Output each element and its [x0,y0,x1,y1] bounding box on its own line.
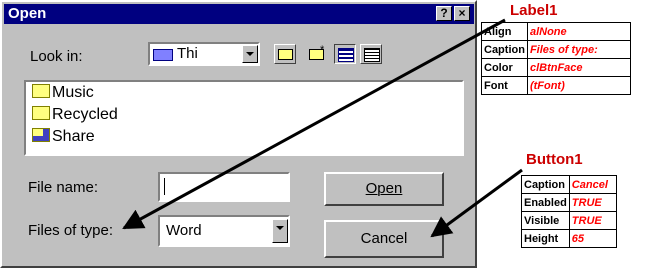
property-name: Font [481,76,528,95]
up-folder-icon[interactable] [274,44,296,64]
files-of-type-value: Word [166,222,202,239]
list-item[interactable]: Music [32,84,94,106]
file-name-label: File name: [28,179,99,196]
file-list[interactable]: Music Recycled Share [24,80,464,156]
file-name-input[interactable] [158,172,290,202]
help-button[interactable]: ? [436,6,452,21]
folder-icon [32,84,50,98]
property-name: Caption [521,175,570,194]
cancel-button-label: Cancel [360,230,408,247]
look-in-combobox[interactable]: Thi [148,42,260,66]
list-view-icon[interactable] [334,44,356,64]
cancel-button[interactable]: Cancel [324,220,444,258]
property-value: 65 [568,229,617,248]
property-value: Cancel [568,175,617,194]
details-view-icon[interactable] [360,44,382,64]
property-value: TRUE [568,211,617,230]
list-item-label: Music [52,84,94,101]
property-value: alNone [526,22,631,41]
list-item[interactable]: Share [32,128,95,150]
open-button-label: Open [365,180,403,197]
property-name: Color [481,58,528,77]
property-value: clBtnFace [526,58,631,77]
drive-icon [153,49,173,61]
look-in-label: Look in: [30,48,83,65]
look-in-value: Thi [177,45,198,62]
label1-properties-table: Align alNone Caption Files of type: Colo… [481,22,631,95]
table-row: Caption Cancel [521,175,617,194]
property-name: Enabled [521,193,570,212]
shared-folder-icon [32,128,50,142]
files-of-type-combobox[interactable]: Word [158,215,290,247]
property-name: Caption [481,40,528,59]
title-bar[interactable]: Open ? × [4,4,474,24]
open-button[interactable]: Open [324,172,444,206]
look-in-dropdown-button[interactable] [242,45,258,63]
button1-properties-table: Caption Cancel Enabled TRUE Visible TRUE… [521,175,617,248]
property-name: Align [481,22,528,41]
property-name: Height [521,229,570,248]
files-of-type-dropdown-button[interactable] [272,219,288,243]
new-folder-icon[interactable]: * [306,44,328,64]
table-row: Font (tFont) [481,76,631,95]
open-dialog: Open ? × Look in: Thi * Music Recycled S… [0,0,477,268]
button1-callout-title: Button1 [526,151,583,168]
folder-icon [32,106,50,120]
close-button[interactable]: × [454,6,470,21]
table-row: Height 65 [521,229,617,248]
property-value: TRUE [568,193,617,212]
files-of-type-label: Files of type: [28,222,114,239]
label1-callout-title: Label1 [510,2,558,19]
table-row: Enabled TRUE [521,193,617,212]
table-row: Visible TRUE [521,211,617,230]
table-row: Caption Files of type: [481,40,631,59]
table-row: Color clBtnFace [481,58,631,77]
property-value: Files of type: [526,40,631,59]
list-item-label: Share [52,128,95,145]
text-caret [164,178,165,195]
property-name: Visible [521,211,570,230]
list-item[interactable]: Recycled [32,106,118,128]
table-row: Align alNone [481,22,631,41]
dialog-title: Open [8,5,47,22]
list-item-label: Recycled [52,106,118,123]
property-value: (tFont) [526,76,631,95]
